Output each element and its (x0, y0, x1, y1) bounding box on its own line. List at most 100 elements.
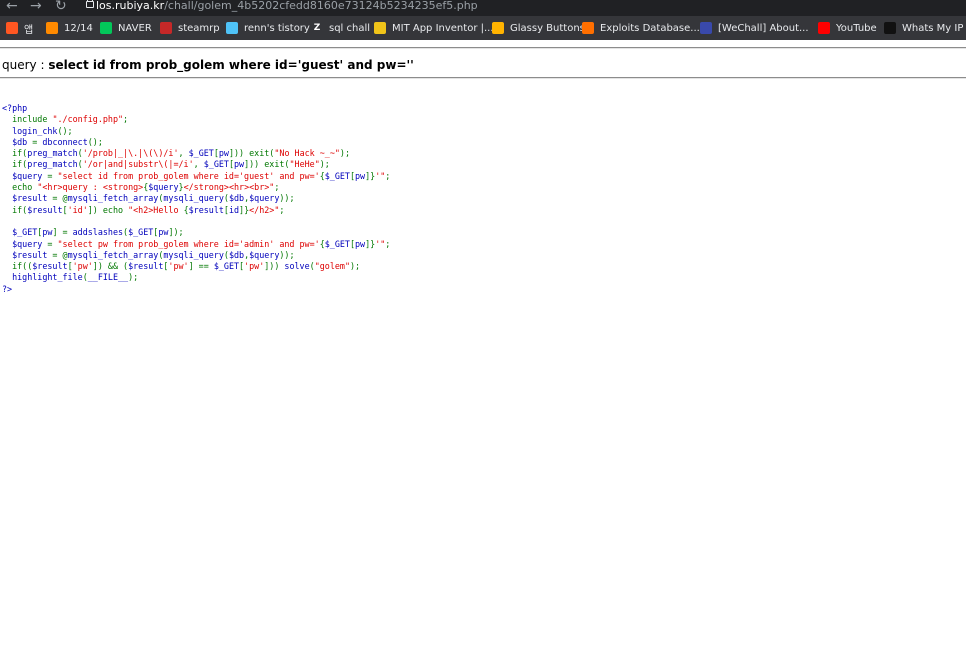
code-line: $query = "select pw from prob_golem wher… (2, 239, 390, 250)
code-token: )); (279, 193, 295, 204)
code-token: , (193, 159, 204, 170)
bookmark-item[interactable]: Whats My IP Ad (884, 20, 966, 36)
code-token: $_GET (188, 148, 214, 159)
code-token: ]) && ( (92, 261, 129, 272)
bookmark-item[interactable]: NAVER (100, 20, 152, 36)
forward-arrow-icon[interactable]: → (30, 0, 42, 14)
bookmark-label: YouTube (836, 22, 877, 34)
bookmark-label: NAVER (118, 22, 152, 34)
bookmark-item[interactable]: Glassy Buttons (492, 20, 585, 36)
url-path: /chall/golem_4b5202cfedd8160e73124b52342… (164, 0, 478, 12)
code-token: ; (385, 238, 391, 249)
code-token: __FILE__ (87, 272, 129, 283)
code-line: if(($result['pw']) && ($result['pw'] == … (2, 261, 390, 272)
query-prefix: query : (2, 58, 49, 72)
code-token: solve (284, 261, 310, 272)
whatsmyip-icon (884, 22, 896, 34)
bookmark-label: Glassy Buttons (510, 22, 585, 34)
code-token: $_GET (203, 159, 229, 170)
lock-icon[interactable] (86, 0, 94, 8)
bookmark-item[interactable]: 앱 (6, 20, 33, 36)
code-token: login_chk (2, 125, 58, 136)
code-token: pw (355, 238, 366, 249)
code-line: include "./config.php"; (2, 114, 390, 125)
code-token: "golem" (314, 261, 350, 272)
code-token: ); (319, 159, 330, 170)
bookmark-label: Exploits Database... (600, 22, 700, 34)
bookmark-item[interactable]: Zsql chall (311, 20, 370, 36)
code-token: )); (279, 249, 295, 260)
code-token: if( (12, 159, 28, 170)
address-bar[interactable]: los.rubiya.kr/chall/golem_4b5202cfedd816… (96, 0, 478, 12)
query-output: query : select id from prob_golem where … (2, 58, 414, 72)
code-token: (); (57, 125, 73, 136)
code-token: dbconnect (42, 136, 88, 147)
code-token: = @ (52, 249, 68, 260)
code-token: ; (279, 204, 285, 215)
code-token: $result (2, 249, 53, 260)
code-token: pw (234, 159, 245, 170)
code-line: $db = dbconnect(); (2, 137, 390, 148)
code-token: $result (27, 204, 63, 215)
code-token: id (228, 204, 240, 215)
app-inventor-icon (374, 22, 386, 34)
bookmark-label: 12/14 (64, 22, 93, 34)
code-line: $result = @mysqli_fetch_array(mysqli_que… (2, 250, 390, 261)
code-line: $query = "select id from prob_golem wher… (2, 171, 390, 182)
code-line: $_GET[pw] = addslashes($_GET[pw]); (2, 227, 390, 238)
bookmark-item[interactable]: [WeChall] About... (700, 20, 809, 36)
code-token: $_GET (213, 261, 240, 272)
code-token: ]} (239, 204, 250, 215)
wechall-icon (700, 22, 712, 34)
tistory-icon (226, 22, 238, 34)
glassy-buttons-icon (492, 22, 504, 34)
code-token: preg_match (27, 148, 78, 159)
code-token: $result (128, 261, 164, 272)
bookmark-item[interactable]: Exploits Database... (582, 20, 700, 36)
code-token: highlight_file (2, 272, 83, 283)
code-token: "./config.php" (52, 114, 124, 125)
code-token: if( (12, 204, 28, 215)
back-arrow-icon[interactable]: ← (6, 0, 18, 14)
code-token: ] == (188, 261, 214, 272)
bookmark-label: Whats My IP Ad (902, 22, 966, 34)
code-token: ] = (52, 227, 73, 238)
code-token: ?> (2, 283, 13, 294)
code-token: "No Hack ~_~" (274, 148, 340, 159)
bookmark-label: [WeChall] About... (718, 22, 809, 34)
code-token: mysqli_query (163, 193, 224, 204)
code-line: if(preg_match('/prob|_|\.|\(\)/i', $_GET… (2, 148, 390, 159)
bookmark-item[interactable]: 12/14 (46, 20, 93, 36)
code-token: $query (148, 182, 179, 193)
code-token: <?php (2, 103, 28, 113)
bookmark-item[interactable]: YouTube (818, 20, 877, 36)
code-token: '/or|and|substr\(|=/i' (82, 159, 194, 170)
code-token: , (178, 148, 189, 159)
reload-icon[interactable]: ↻ (55, 0, 67, 14)
steamrp-icon (160, 22, 172, 34)
code-token: $query (249, 193, 280, 204)
code-token: '" (375, 238, 386, 249)
code-token: ; (123, 114, 129, 125)
code-token: $result (2, 193, 53, 204)
top-divider (0, 47, 966, 49)
code-line: <?php (2, 103, 390, 114)
bookmark-item[interactable]: MIT App Inventor |... (374, 20, 494, 36)
code-token: $_GET (2, 227, 38, 238)
code-token: $db (228, 193, 245, 204)
code-token: "<h2>Hello (128, 204, 184, 215)
code-token: $db (228, 249, 245, 260)
url-host: los.rubiya.kr (96, 0, 165, 12)
bookmark-item[interactable]: renn's tistory (226, 20, 310, 36)
bookmark-item[interactable]: steamrp (160, 20, 220, 36)
code-token: = @ (52, 193, 68, 204)
code-token: ; (274, 182, 280, 193)
bookmark-label: sql chall (329, 22, 371, 34)
code-token: (); (87, 136, 103, 147)
blogger-icon (46, 22, 58, 34)
